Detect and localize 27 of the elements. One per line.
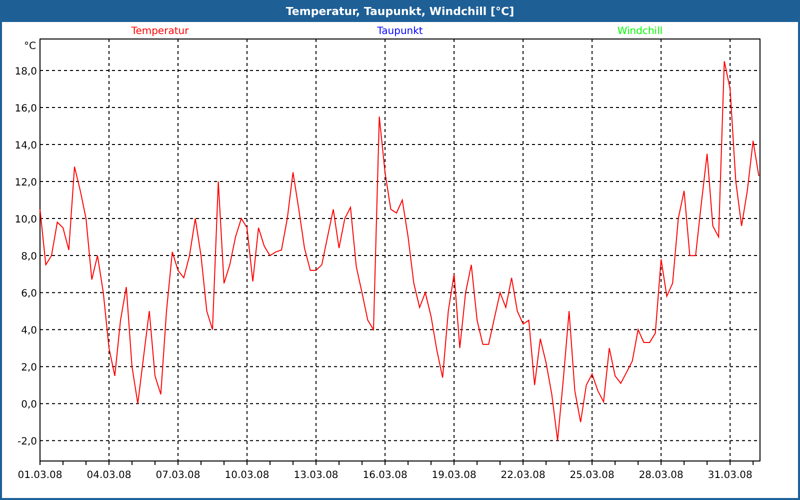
- legend-label: Taupunkt: [377, 26, 423, 37]
- legend-label: Temperatur: [131, 26, 189, 37]
- x-tick-label: 01.03.08: [18, 470, 62, 481]
- x-tick-label: 31.03.08: [708, 470, 752, 481]
- y-tick-label: 2,0: [21, 362, 37, 374]
- y-tick-label: 16,0: [14, 103, 37, 114]
- x-tick-label: 25.03.08: [570, 470, 614, 481]
- y-tick-label: 4,0: [21, 326, 37, 337]
- x-tick-label: 07.03.08: [156, 470, 200, 481]
- y-tick-label: 8,0: [21, 252, 37, 263]
- x-tick-label: 16.03.08: [362, 470, 408, 481]
- x-tick-label: 19.03.08: [432, 470, 476, 481]
- y-tick-label: 18,0: [14, 66, 37, 78]
- y-axis-unit: °C: [24, 41, 36, 52]
- x-tick-label: 10.03.08: [224, 470, 270, 481]
- y-tick-label: 6,0: [21, 288, 37, 300]
- window-title: Temperatur, Taupunkt, Windchill [°C]: [286, 4, 514, 18]
- y-tick-label: 12,0: [14, 178, 37, 189]
- legend-label: Windchill: [617, 26, 663, 37]
- x-tick-label: 28.03.08: [638, 470, 684, 481]
- y-tick-label: 14,0: [14, 140, 37, 152]
- x-tick-label: 04.03.08: [86, 470, 132, 481]
- y-tick-label: 0,0: [21, 400, 37, 411]
- y-tick-label: 10,0: [14, 214, 37, 226]
- y-tick-label: -2,0: [17, 436, 37, 448]
- x-tick-label: 22.03.08: [500, 470, 546, 481]
- x-tick-label: 13.03.08: [294, 470, 338, 481]
